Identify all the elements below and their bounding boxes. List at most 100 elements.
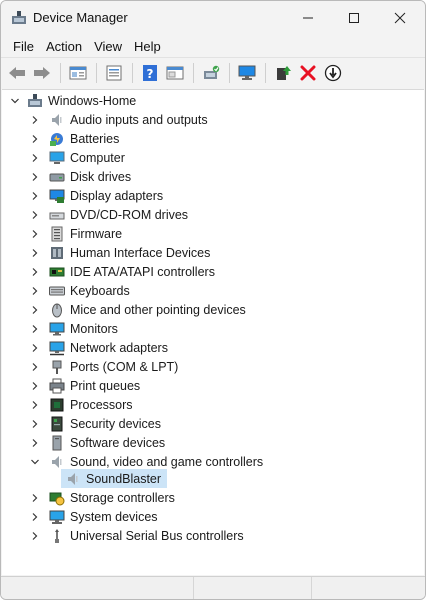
back-arrow-icon <box>8 66 25 79</box>
chevron-right-icon[interactable] <box>29 190 41 202</box>
chevron-right-icon[interactable] <box>29 361 41 373</box>
system-device-icon <box>49 509 65 525</box>
tree-item-label: DVD/CD-ROM drives <box>70 207 189 222</box>
status-pane <box>194 577 312 599</box>
disk-drive-icon <box>49 169 65 185</box>
status-pane <box>1 577 194 599</box>
tree-item-human-interface-devices[interactable]: Human Interface Devices <box>29 243 210 262</box>
console-view-button[interactable] <box>163 61 186 84</box>
chevron-right-icon[interactable] <box>29 133 41 145</box>
tree-item-security-devices[interactable]: Security devices <box>29 414 161 433</box>
uninstall-button[interactable] <box>296 61 319 84</box>
back-button[interactable] <box>5 61 28 84</box>
toolbar-separator <box>229 62 230 83</box>
maximize-button[interactable] <box>331 1 377 35</box>
device-manager-app-icon <box>11 10 27 26</box>
tree-item-usb-controllers[interactable]: Universal Serial Bus controllers <box>29 526 244 545</box>
tree-item-label: SoundBlaster <box>86 471 162 486</box>
tree-item-monitors[interactable]: Monitors <box>29 319 118 338</box>
chevron-right-icon[interactable] <box>29 492 41 504</box>
tree-item-audio-inputs-outputs[interactable]: Audio inputs and outputs <box>29 110 208 129</box>
close-icon <box>394 12 406 24</box>
tree-item-ide-ata-atapi-controllers[interactable]: IDE ATA/ATAPI controllers <box>29 262 215 281</box>
tree-item-label: Human Interface Devices <box>70 245 211 260</box>
tree-item-software-devices[interactable]: Software devices <box>29 433 165 452</box>
uninstall-icon <box>300 65 315 80</box>
status-bar <box>1 576 425 599</box>
tree-item-label: Computer <box>70 150 125 165</box>
update-driver-button[interactable] <box>271 61 294 84</box>
minimize-icon <box>303 17 313 19</box>
chevron-right-icon[interactable] <box>29 399 41 411</box>
tree-item-processors[interactable]: Processors <box>29 395 133 414</box>
update-driver-icon <box>276 65 291 80</box>
ide-controller-icon <box>49 264 65 280</box>
menu-bar: File Action View Help <box>1 36 425 56</box>
toolbar-separator <box>193 62 194 83</box>
chevron-right-icon[interactable] <box>29 418 41 430</box>
svg-text:?: ? <box>146 67 153 81</box>
disable-device-button[interactable] <box>321 61 344 84</box>
tree-item-print-queues[interactable]: Print queues <box>29 376 140 395</box>
tree-item-label: Batteries <box>70 131 120 146</box>
chevron-right-icon[interactable] <box>29 285 41 297</box>
tree-item-storage-controllers[interactable]: Storage controllers <box>29 488 175 507</box>
chevron-right-icon[interactable] <box>29 152 41 164</box>
tree-item-batteries[interactable]: Batteries <box>29 129 119 148</box>
menu-help[interactable]: Help <box>128 39 167 54</box>
chevron-right-icon[interactable] <box>29 171 41 183</box>
speaker-icon <box>49 454 65 470</box>
tree-item-display-adapters[interactable]: Display adapters <box>29 186 163 205</box>
device-list-button[interactable] <box>102 61 125 84</box>
tree-item-label: Audio inputs and outputs <box>70 112 208 127</box>
chevron-right-icon[interactable] <box>29 228 41 240</box>
close-button[interactable] <box>377 1 423 35</box>
monitor-button[interactable] <box>235 61 258 84</box>
chevron-right-icon[interactable] <box>29 530 41 542</box>
window-title: Device Manager <box>33 10 128 25</box>
title-bar[interactable]: Device Manager <box>1 1 425 35</box>
software-device-icon <box>49 435 65 451</box>
chevron-right-icon[interactable] <box>29 247 41 259</box>
chevron-down-icon[interactable] <box>29 456 41 468</box>
help-button[interactable]: ? <box>138 61 161 84</box>
chevron-right-icon[interactable] <box>29 114 41 126</box>
tree-item-label: Mice and other pointing devices <box>70 302 246 317</box>
tree-item-system-devices[interactable]: System devices <box>29 507 158 526</box>
chevron-right-icon[interactable] <box>29 511 41 523</box>
speaker-icon <box>65 471 81 487</box>
tree-item-ports-com-lpt[interactable]: Ports (COM & LPT) <box>29 357 178 376</box>
tree-item-firmware[interactable]: Firmware <box>29 224 122 243</box>
tree-item-label: Print queues <box>70 378 141 393</box>
chevron-right-icon[interactable] <box>29 437 41 449</box>
tree-item-keyboards[interactable]: Keyboards <box>29 281 130 300</box>
properties-view-button[interactable] <box>66 61 89 84</box>
chevron-right-icon[interactable] <box>29 342 41 354</box>
toolbar: ? <box>1 57 425 87</box>
tree-item-label: Network adapters <box>70 340 168 355</box>
chevron-right-icon[interactable] <box>29 380 41 392</box>
keyboard-icon <box>49 283 65 299</box>
menu-action[interactable]: Action <box>40 39 88 54</box>
tree-item-label: Sound, video and game controllers <box>70 454 264 469</box>
chevron-right-icon[interactable] <box>29 323 41 335</box>
chevron-right-icon[interactable] <box>29 304 41 316</box>
storage-controller-icon <box>49 490 65 506</box>
tree-item-mice-pointing-devices[interactable]: Mice and other pointing devices <box>29 300 246 319</box>
network-adapter-icon <box>49 340 65 356</box>
chevron-right-icon[interactable] <box>29 266 41 278</box>
forward-button[interactable] <box>30 61 53 84</box>
tree-item-computer[interactable]: Computer <box>29 148 125 167</box>
tree-item-network-adapters[interactable]: Network adapters <box>29 338 168 357</box>
minimize-button[interactable] <box>285 1 331 35</box>
tree-item-dvd-cd-rom-drives[interactable]: DVD/CD-ROM drives <box>29 205 188 224</box>
chevron-down-icon[interactable] <box>9 95 21 107</box>
menu-view[interactable]: View <box>88 39 128 54</box>
scan-hardware-button[interactable] <box>199 61 222 84</box>
chevron-right-icon[interactable] <box>29 209 41 221</box>
tree-item-label: Firmware <box>70 226 123 241</box>
tree-item-soundblaster[interactable]: SoundBlaster <box>61 469 161 488</box>
tree-item-disk-drives[interactable]: Disk drives <box>29 167 131 186</box>
menu-file[interactable]: File <box>7 39 40 54</box>
tree-root[interactable]: Windows-Home <box>9 91 136 110</box>
